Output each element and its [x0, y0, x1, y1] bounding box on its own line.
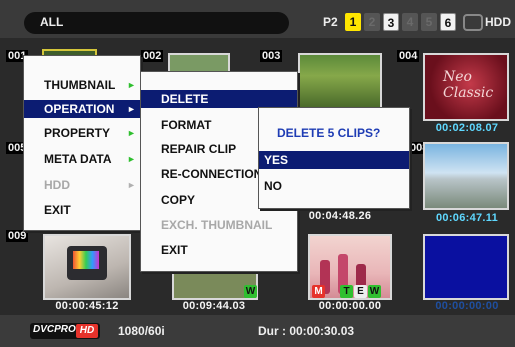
clip-thumbnail[interactable]: M T E W 00:00:00.00: [298, 230, 398, 322]
clip-timecode: 00:00:00.00: [318, 300, 382, 312]
clip-thumbnail[interactable]: 009 00:00:45:12: [5, 230, 135, 322]
submenu-arrow-icon: ►: [127, 128, 136, 138]
clip-timecode: 00:04:48.26: [308, 210, 372, 222]
submenu-arrow-icon: ►: [127, 80, 136, 90]
clip-image: [423, 234, 509, 300]
p2-label: P2: [323, 15, 338, 29]
menu-item-label: THUMBNAIL: [44, 78, 116, 92]
submenu-arrow-icon: ►: [127, 104, 136, 114]
menu-item-label: EXIT: [161, 243, 188, 257]
clip-number: 002: [141, 50, 164, 62]
menu-item-label: COPY: [161, 193, 196, 207]
yes-button-label: YES: [264, 153, 289, 167]
main-menu: THUMBNAIL ► OPERATION ► PROPERTY ► META …: [23, 55, 141, 231]
menu-item-label: EXIT: [44, 203, 71, 217]
menu-item-exch-thumbnail: EXCH. THUMBNAIL: [141, 216, 297, 234]
submenu-arrow-icon: ►: [127, 154, 136, 164]
clip-number: 004: [397, 50, 420, 62]
slot-5-indicator: 5: [421, 13, 437, 31]
menu-item-meta-data[interactable]: META DATA ►: [24, 150, 140, 168]
hdd-icon: [463, 14, 483, 31]
menu-item-hdd: HDD ►: [24, 176, 140, 194]
menu-item-delete[interactable]: DELETE: [141, 90, 297, 108]
dialog-question: DELETE 5 CLIPS?: [277, 126, 381, 140]
bottom-status-bar: DVCPRO HD 1080/60i Dur : 00:00:30.03: [0, 315, 515, 347]
no-button-label: NO: [264, 179, 282, 193]
menu-item-label: OPERATION: [44, 102, 115, 116]
clip-flag-badge: W: [368, 285, 381, 298]
clip-timecode: 00:00:00:00: [435, 300, 499, 312]
clip-timecode: 00:06:47.11: [435, 212, 499, 224]
clip-flag-badge: T: [340, 285, 353, 298]
clip-image: [423, 142, 509, 210]
menu-item-label: FORMAT: [161, 118, 212, 132]
menu-item-label: DELETE: [161, 92, 209, 106]
menu-item-label: EXCH. THUMBNAIL: [161, 218, 273, 232]
clip-image: Neo Classic: [423, 53, 509, 121]
menu-item-property[interactable]: PROPERTY ►: [24, 124, 140, 142]
clip-flag-badge: E: [354, 285, 367, 298]
menu-item-re-connection[interactable]: RE-CONNECTION: [141, 165, 258, 183]
yes-button[interactable]: YES: [259, 151, 409, 169]
clip-thumbnail[interactable]: 00:00:00:00: [423, 230, 515, 322]
clip-thumbnail[interactable]: 004 Neo Classic 00:02:08.07: [393, 50, 511, 142]
clip-number: 003: [260, 50, 283, 62]
menu-item-exit[interactable]: EXIT: [141, 241, 297, 259]
clip-thumbnail[interactable]: 008 00:06:47.11: [393, 142, 511, 234]
clip-image: [43, 234, 131, 300]
clip-timecode: 00:09:44.03: [182, 300, 246, 312]
menu-item-label: HDD: [44, 178, 70, 192]
menu-item-label: PROPERTY: [44, 126, 111, 140]
slot-6-indicator: 6: [440, 13, 456, 31]
clip-flag-badge: M: [312, 285, 325, 298]
menu-item-label: RE-CONNECTION: [161, 167, 258, 181]
clip-timecode: 00:00:45:12: [55, 300, 119, 312]
filter-pill[interactable]: [24, 12, 289, 34]
clip-timecode: 00:02:08.07: [435, 122, 499, 134]
slot-4-indicator: 4: [402, 13, 418, 31]
clip-caption: Neo Classic: [443, 69, 494, 101]
menu-item-label: META DATA: [44, 152, 112, 166]
hdd-label: HDD: [485, 15, 511, 29]
top-status-bar: ALL P2 1 2 3 4 5 6 HDD: [0, 0, 515, 38]
clip-image: [168, 53, 230, 73]
slot-3-indicator: 3: [383, 13, 399, 31]
delete-confirm-dialog: DELETE 5 CLIPS? YES NO: [258, 107, 410, 209]
menu-item-label: REPAIR CLIP: [161, 142, 237, 156]
slot-1-indicator: 1: [345, 13, 361, 31]
menu-item-operation[interactable]: OPERATION ►: [24, 100, 140, 118]
menu-item-exit[interactable]: EXIT: [24, 201, 140, 219]
dvcpro-hd-logo: DVCPRO HD: [30, 323, 100, 339]
clip-duration: Dur : 00:00:30.03: [258, 324, 355, 338]
submenu-arrow-icon: ►: [127, 180, 136, 190]
clip-image: [298, 53, 382, 109]
no-button[interactable]: NO: [259, 177, 409, 195]
clip-number: 009: [6, 230, 29, 242]
slot-2-indicator: 2: [364, 13, 380, 31]
clip-flag-badge: W: [244, 285, 257, 298]
menu-item-thumbnail[interactable]: THUMBNAIL ►: [24, 76, 140, 94]
filter-label: ALL: [40, 15, 64, 29]
video-format: 1080/60i: [118, 324, 165, 338]
